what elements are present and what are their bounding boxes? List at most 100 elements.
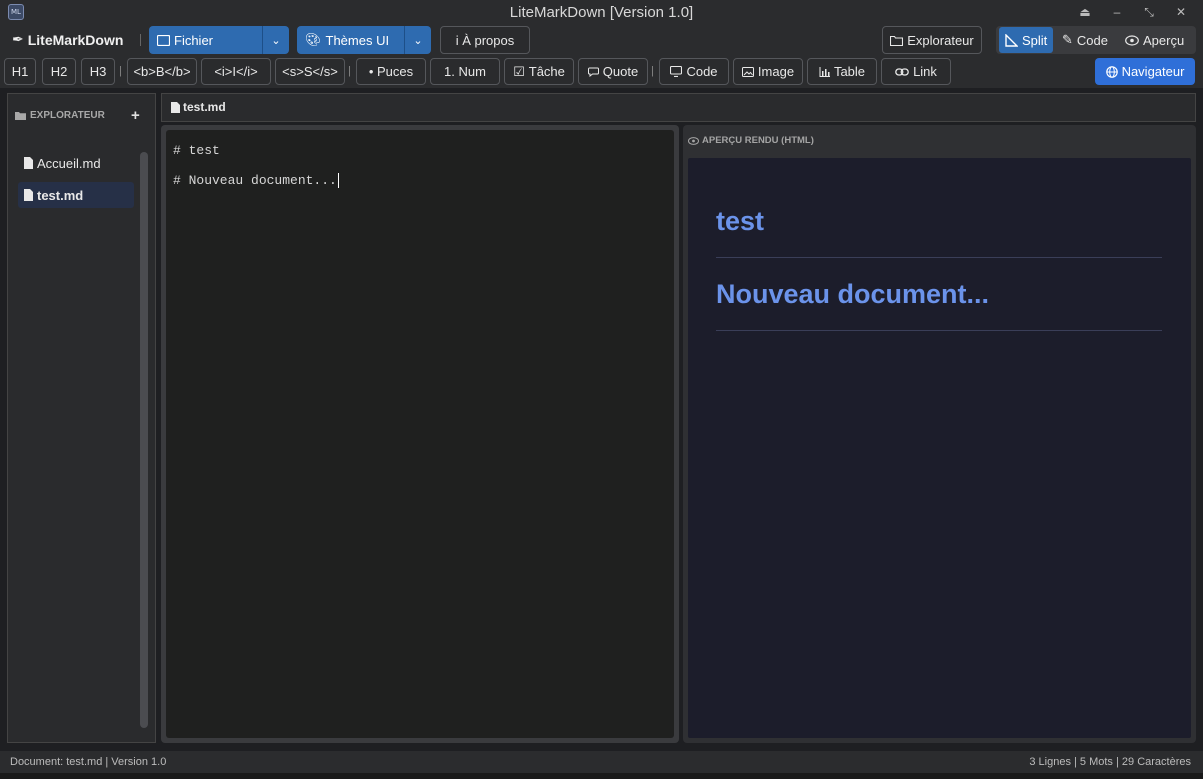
preview-panel: APERÇU RENDU (HTML) test Nouveau documen…	[683, 125, 1196, 743]
explorer-title: EXPLORATEUR	[30, 110, 105, 121]
editor-panel: # test # Nouveau document...	[161, 125, 679, 743]
preview-title: APERÇU RENDU (HTML)	[702, 135, 814, 146]
quote-label: Quote	[602, 64, 639, 79]
table-button[interactable]: Table	[807, 58, 877, 85]
navigator-label: Navigateur	[1121, 64, 1185, 79]
image-label: Image	[757, 64, 795, 79]
minimize-icon[interactable]: –	[1105, 2, 1129, 22]
folder-icon	[15, 111, 26, 120]
toolbar-divider	[140, 34, 141, 46]
editor-line-text: # Nouveau document...	[173, 173, 337, 188]
file-icon	[24, 157, 33, 169]
link-icon	[895, 67, 909, 77]
format-toolbar: H1 H2 H3 | <b>B</b> <i>I</i> <s>S</s> | …	[0, 56, 1203, 88]
status-bar: Document: test.md | Version 1.0 3 Lignes…	[0, 751, 1203, 773]
window-bottom-edge	[0, 773, 1203, 779]
heading-divider	[716, 257, 1162, 258]
brand-label: LiteMarkDown	[27, 31, 124, 48]
link-label: Link	[913, 64, 937, 79]
themes-combo[interactable]: 🎨︎ Thèmes UI ⌄	[297, 26, 431, 54]
navigator-button[interactable]: Navigateur	[1095, 58, 1195, 85]
pen-icon: ✒	[12, 31, 24, 47]
code-label: Code	[1076, 32, 1108, 48]
main-toolbar: ✒ LiteMarkDown Fichier ⌄ 🎨︎ Thèmes UI ⌄ …	[0, 24, 1203, 56]
explorer-header: EXPLORATEUR	[15, 110, 105, 121]
numbered-list-button[interactable]: 1. Num	[430, 58, 500, 85]
markdown-editor[interactable]: # test # Nouveau document...	[166, 130, 674, 738]
window-controls: ⏏ – ⤡ ✕	[1073, 0, 1193, 24]
italic-button[interactable]: <i>I</i>	[201, 58, 271, 85]
themes-button[interactable]: 🎨︎ Thèmes UI	[297, 32, 404, 48]
link-button[interactable]: Link	[881, 58, 951, 85]
heading-divider	[716, 330, 1162, 331]
file-item-accueil[interactable]: Accueil.md	[18, 150, 134, 176]
bullets-button[interactable]: • Puces	[356, 58, 426, 85]
edit-icon: ✎	[1062, 32, 1073, 47]
view-mode-group: Split ✎ Code Aperçu	[996, 26, 1196, 54]
task-label: Tâche	[528, 64, 565, 79]
chevron-down-icon[interactable]: ⌄	[404, 26, 431, 54]
task-button[interactable]: ☑ Tâche	[504, 58, 574, 85]
split-label: Split	[1022, 32, 1048, 48]
eye-icon	[688, 136, 699, 145]
keep-above-icon[interactable]: ⏏	[1073, 2, 1097, 22]
code-label: Code	[686, 64, 718, 79]
explorer-toggle-button[interactable]: Explorateur	[882, 26, 982, 54]
table-label: Table	[833, 64, 866, 79]
bold-button[interactable]: <b>B</b>	[127, 58, 197, 85]
file-name: test.md	[37, 187, 84, 203]
toolbar-divider: |	[119, 65, 122, 77]
restore-icon[interactable]: ⤡	[1137, 2, 1161, 22]
split-view-button[interactable]: Split	[999, 27, 1054, 53]
editor-line: # test	[173, 143, 220, 158]
eye-icon	[1125, 34, 1139, 46]
editor-line: # Nouveau document...	[173, 173, 339, 189]
preview-header: APERÇU RENDU (HTML)	[688, 135, 814, 146]
sidebar-scrollbar[interactable]	[140, 152, 148, 728]
status-document: Document: test.md | Version 1.0	[10, 756, 167, 768]
explorer-label: Explorateur	[907, 32, 974, 48]
preview-heading: Nouveau document...	[716, 279, 990, 309]
file-name: Accueil.md	[37, 155, 101, 171]
rendered-preview: test Nouveau document...	[688, 158, 1191, 738]
code-view-button[interactable]: ✎ Code	[1056, 27, 1114, 53]
quote-button[interactable]: Quote	[578, 58, 648, 85]
h2-button[interactable]: H2	[42, 58, 76, 85]
tab-label: test.md	[183, 100, 226, 114]
monitor-icon	[670, 66, 683, 77]
app-icon: ML	[8, 4, 24, 20]
chevron-down-icon[interactable]: ⌄	[262, 26, 289, 54]
preview-view-button[interactable]: Aperçu	[1119, 27, 1190, 53]
themes-label: Thèmes UI	[325, 32, 390, 48]
window-title: LiteMarkDown [Version 1.0]	[509, 3, 694, 21]
file-menu-button[interactable]: Fichier	[149, 33, 262, 48]
file-menu-combo[interactable]: Fichier ⌄	[149, 26, 289, 54]
close-icon[interactable]: ✕	[1169, 2, 1193, 22]
add-file-button[interactable]: +	[131, 107, 140, 124]
file-icon	[24, 189, 33, 201]
file-menu-label: Fichier	[174, 32, 214, 48]
palette-icon: 🎨︎	[305, 32, 322, 47]
window-icon	[157, 34, 170, 46]
preview-label: Aperçu	[1143, 32, 1185, 48]
preview-heading: test	[716, 206, 765, 236]
file-item-test[interactable]: test.md	[18, 182, 134, 208]
checkbox-icon: ☑	[513, 63, 525, 79]
strike-button[interactable]: <s>S</s>	[275, 58, 345, 85]
globe-icon	[1105, 65, 1118, 78]
brand: ✒ LiteMarkDown	[12, 31, 123, 48]
file-icon	[171, 101, 180, 113]
tab-test-md[interactable]: test.md	[171, 100, 226, 114]
file-explorer: EXPLORATEUR + Accueil.md test.md	[7, 93, 156, 743]
ruler-icon	[1005, 33, 1018, 47]
about-button[interactable]: i À propos	[440, 26, 530, 54]
h1-button[interactable]: H1	[4, 58, 36, 85]
text-cursor	[337, 173, 339, 189]
toolbar-divider: |	[651, 65, 654, 77]
title-bar: ML LiteMarkDown [Version 1.0] ⏏ – ⤡ ✕	[0, 0, 1203, 24]
image-button[interactable]: Image	[733, 58, 803, 85]
code-button[interactable]: Code	[659, 58, 729, 85]
h3-button[interactable]: H3	[81, 58, 115, 85]
image-icon	[741, 66, 754, 77]
speech-bubble-icon	[587, 67, 599, 77]
